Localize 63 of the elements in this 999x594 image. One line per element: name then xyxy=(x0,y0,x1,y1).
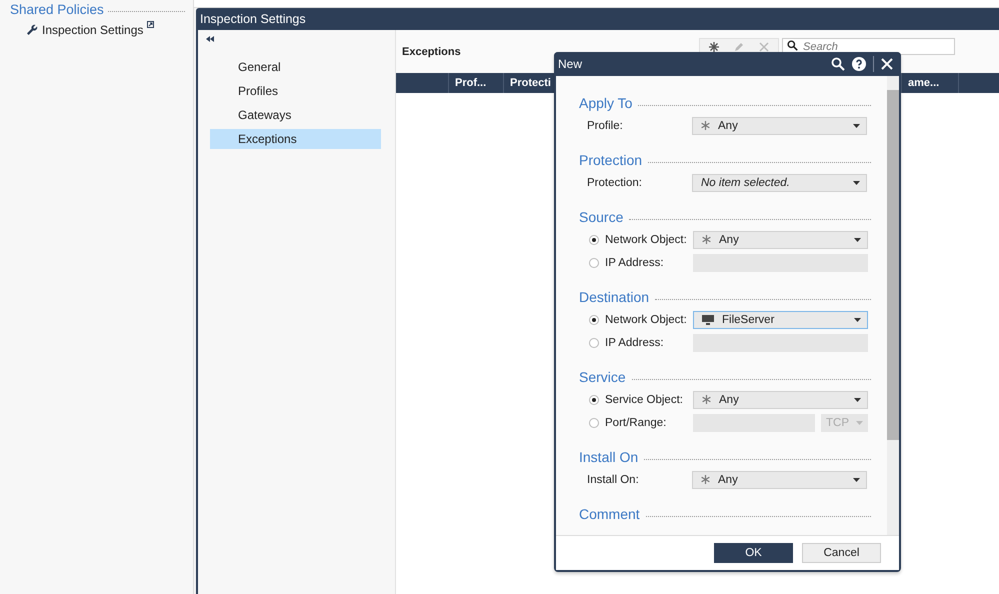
scrollbar[interactable] xyxy=(887,76,899,535)
section-title: Destination xyxy=(579,289,650,305)
dropdown[interactable]: Any xyxy=(692,116,867,134)
radio-button[interactable] xyxy=(589,338,599,348)
caret-icon xyxy=(854,318,861,322)
field-label: IP Address: xyxy=(604,256,665,268)
add-icon[interactable] xyxy=(708,40,720,52)
dialog-title: New xyxy=(558,57,584,71)
panel-title: Exceptions xyxy=(402,46,462,58)
caret-icon xyxy=(856,420,863,424)
column-header[interactable]: Protecti xyxy=(504,73,553,93)
field-label: Port/Range: xyxy=(604,416,668,428)
radio-button[interactable] xyxy=(589,258,599,268)
scroll-thumb[interactable] xyxy=(887,90,899,440)
search-icon[interactable] xyxy=(831,57,845,71)
caret-icon xyxy=(854,398,861,402)
wrench-icon xyxy=(26,24,38,36)
section-title: Service xyxy=(579,369,626,385)
asterisk-icon xyxy=(701,121,710,130)
tree-item[interactable]: Inspection Settings xyxy=(42,23,144,37)
nav-item[interactable]: General xyxy=(210,57,381,77)
radio-button[interactable] xyxy=(589,394,599,404)
help-icon[interactable] xyxy=(852,57,866,71)
field-label: Profile: xyxy=(586,120,624,132)
external-link-icon[interactable] xyxy=(147,21,154,28)
asterisk-icon xyxy=(702,235,711,244)
radio-button[interactable] xyxy=(589,314,599,324)
section-title: Shared Policies xyxy=(10,2,104,17)
caret-icon xyxy=(853,478,860,482)
nav-item[interactable]: Exceptions xyxy=(210,129,381,149)
monitor-icon xyxy=(702,314,714,324)
collapse-icon[interactable] xyxy=(206,36,214,42)
section-title: Install On xyxy=(579,449,638,465)
section-title: Protection xyxy=(579,152,642,168)
dropdown[interactable]: No item selected. xyxy=(692,174,867,192)
nav-item[interactable]: Profiles xyxy=(210,81,381,101)
radio-button[interactable] xyxy=(589,234,599,244)
dropdown[interactable]: Any xyxy=(693,390,868,408)
dropdown[interactable]: Any xyxy=(693,230,868,248)
field-label: Install On: xyxy=(586,474,640,486)
field-label: Protection: xyxy=(586,176,643,188)
section-title: Apply To xyxy=(579,95,632,111)
delete-icon[interactable] xyxy=(758,40,770,52)
field-label: Network Object: xyxy=(604,314,688,326)
section-title: Source xyxy=(579,209,624,225)
section-title: Comment xyxy=(579,506,640,522)
window-title: Inspection Settings xyxy=(198,10,999,30)
field-label: IP Address: xyxy=(604,336,665,348)
ok-button[interactable]: OK xyxy=(714,543,793,563)
asterisk-icon xyxy=(702,395,711,404)
caret-icon xyxy=(853,180,860,184)
dropdown[interactable]: FileServer xyxy=(693,310,868,328)
caret-icon xyxy=(853,124,860,128)
field-label: Service Object: xyxy=(604,394,684,406)
nav-item[interactable]: Gateways xyxy=(210,105,381,125)
radio-button[interactable] xyxy=(589,418,599,428)
cancel-button[interactable]: Cancel xyxy=(802,543,881,563)
asterisk-icon xyxy=(701,475,710,484)
dropdown[interactable]: Any xyxy=(692,470,867,488)
search-icon xyxy=(787,40,798,51)
field-label: Network Object: xyxy=(604,234,688,246)
close-icon[interactable] xyxy=(881,58,893,70)
caret-icon xyxy=(854,238,861,242)
